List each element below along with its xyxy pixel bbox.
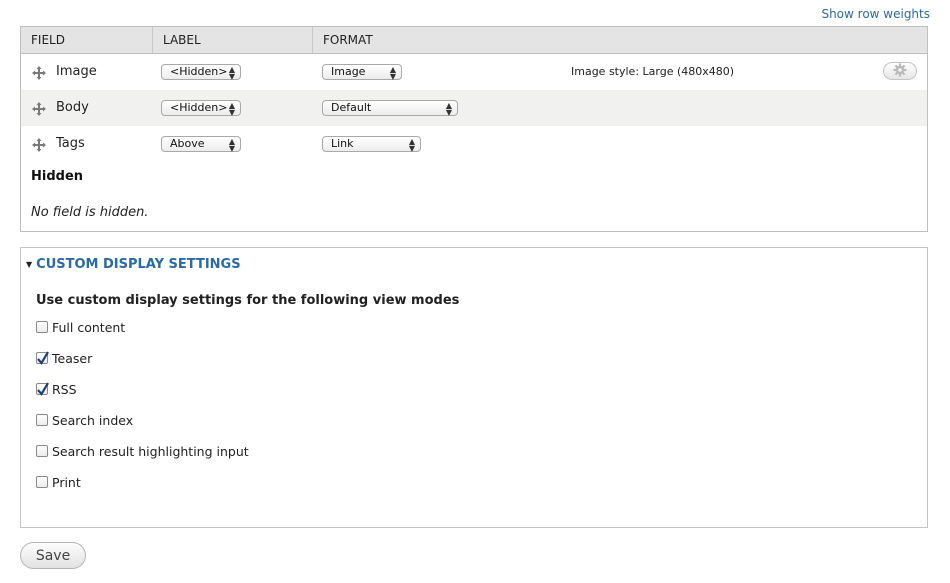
format-select[interactable]: Default ▲ ▼ xyxy=(322,100,458,117)
checkbox[interactable] xyxy=(36,321,48,333)
format-summary: Image style: Large (480x480) xyxy=(571,65,735,78)
format-select-value: Image xyxy=(331,65,366,78)
checkbox[interactable] xyxy=(36,476,48,488)
table-row: Tags Above ▲ ▼ Link ▲ ▼ xyxy=(21,126,927,162)
field-name: Tags xyxy=(56,136,85,151)
custom-display-settings-fieldset: ▼ CUSTOM DISPLAY SETTINGS Use custom dis… xyxy=(20,247,928,528)
field-name: Image xyxy=(56,64,97,79)
save-button[interactable]: Save xyxy=(20,542,86,569)
label-select[interactable]: Above ▲ ▼ xyxy=(161,136,241,153)
column-header-label: LABEL xyxy=(152,27,201,53)
view-mode-option-teaser[interactable]: Teaser xyxy=(36,350,92,366)
checkbox[interactable] xyxy=(36,445,48,457)
label-select-value: <Hidden> xyxy=(170,101,228,114)
field-name: Body xyxy=(56,100,89,115)
select-arrows-icon: ▲ ▼ xyxy=(228,137,235,153)
gear-icon xyxy=(893,62,907,81)
view-mode-option-search-index[interactable]: Search index xyxy=(36,412,133,428)
select-arrows-icon: ▲ ▼ xyxy=(228,65,235,81)
select-arrows-icon: ▲ ▼ xyxy=(228,101,235,117)
view-mode-option-rss[interactable]: RSS xyxy=(36,381,77,397)
checkbox-label: Full content xyxy=(52,319,126,335)
view-mode-option-full-content[interactable]: Full content xyxy=(36,319,125,335)
checkbox[interactable] xyxy=(36,414,48,426)
fieldset-legend: CUSTOM DISPLAY SETTINGS xyxy=(36,257,241,272)
drag-handle-icon[interactable] xyxy=(32,65,46,80)
format-select[interactable]: Image ▲ ▼ xyxy=(322,64,402,81)
column-header-field: FIELD xyxy=(31,33,65,47)
checkbox-label: Search result highlighting input xyxy=(52,443,249,459)
custom-display-settings-toggle[interactable]: ▼ CUSTOM DISPLAY SETTINGS xyxy=(26,257,241,272)
drag-handle-icon[interactable] xyxy=(32,137,46,152)
checkbox[interactable] xyxy=(36,351,49,365)
format-select-value: Default xyxy=(331,101,372,114)
format-settings-button[interactable] xyxy=(883,62,917,80)
select-arrows-icon: ▲ ▼ xyxy=(408,137,415,153)
table-row: Body <Hidden> ▲ ▼ Default ▲ ▼ xyxy=(21,90,927,126)
collapse-triangle-icon: ▼ xyxy=(26,260,33,269)
format-select-value: Link xyxy=(331,137,354,150)
checkbox-label: Search index xyxy=(52,412,134,428)
view-modes-title: Use custom display settings for the foll… xyxy=(36,293,460,308)
select-arrows-icon: ▲ ▼ xyxy=(445,101,452,117)
checkbox-label: Print xyxy=(52,474,81,490)
checkmark-icon xyxy=(37,382,49,396)
checkbox-label: RSS xyxy=(52,381,77,397)
view-mode-option-search-result[interactable]: Search result highlighting input xyxy=(36,443,249,459)
label-select[interactable]: <Hidden> ▲ ▼ xyxy=(161,64,241,81)
show-row-weights-link[interactable]: Show row weights xyxy=(821,7,930,21)
format-select[interactable]: Link ▲ ▼ xyxy=(322,136,421,153)
hidden-region-title: Hidden xyxy=(31,169,84,184)
column-header-format: FORMAT xyxy=(312,27,373,53)
checkbox[interactable] xyxy=(36,382,49,396)
drag-handle-icon[interactable] xyxy=(32,101,46,116)
label-select[interactable]: <Hidden> ▲ ▼ xyxy=(161,100,241,117)
field-display-table: FIELD LABEL FORMAT Image <Hidden> ▲ ▼ Ima… xyxy=(20,26,928,232)
checkbox-label: Teaser xyxy=(52,350,93,366)
hidden-region-empty-message: No field is hidden. xyxy=(31,205,149,220)
select-arrows-icon: ▲ ▼ xyxy=(389,65,396,81)
table-row: Image <Hidden> ▲ ▼ Image ▲ ▼ Image style: … xyxy=(21,54,927,90)
label-select-value: <Hidden> xyxy=(170,65,228,78)
table-header: FIELD LABEL FORMAT xyxy=(21,27,927,54)
view-mode-option-print[interactable]: Print xyxy=(36,474,81,490)
checkmark-icon xyxy=(37,351,49,365)
label-select-value: Above xyxy=(170,137,205,150)
